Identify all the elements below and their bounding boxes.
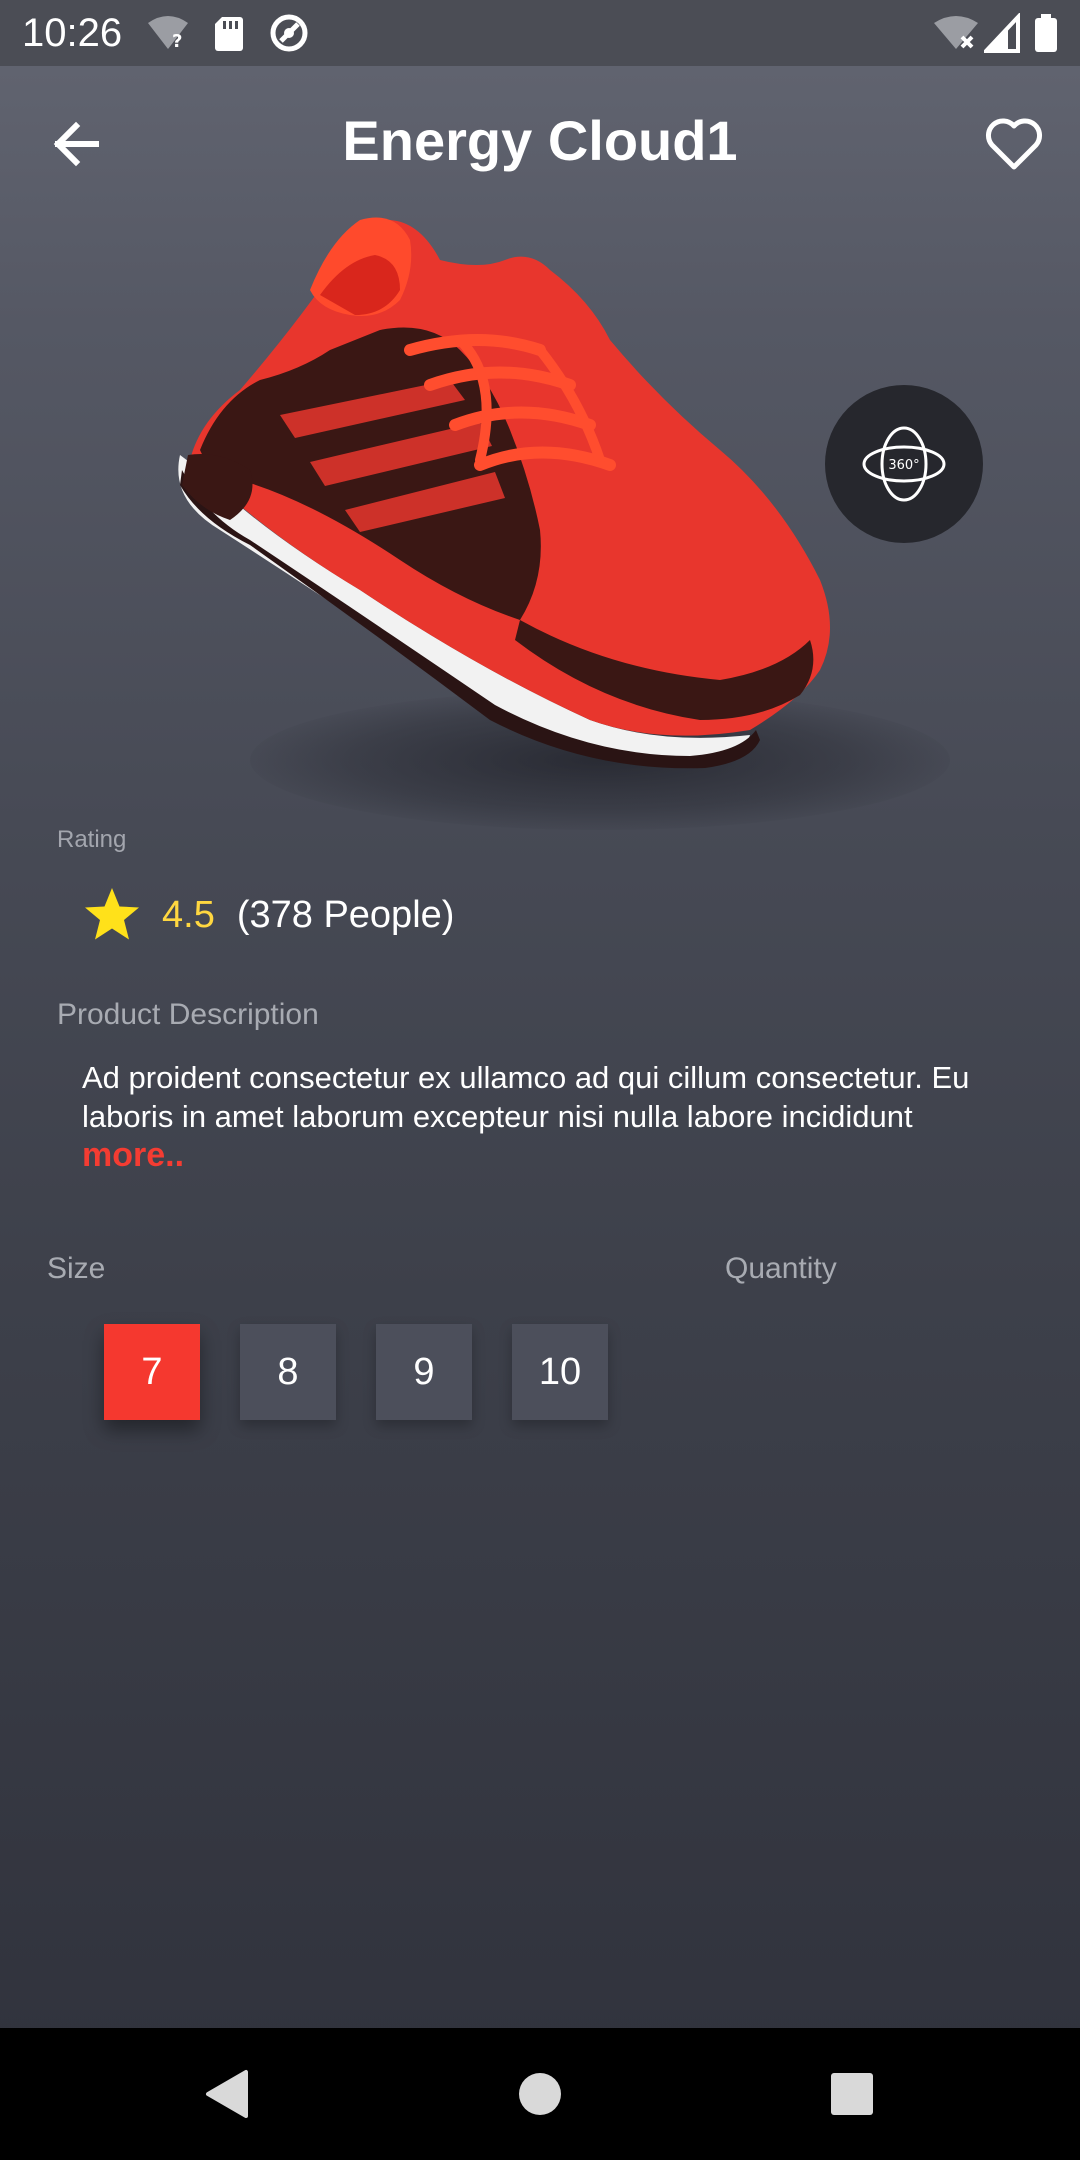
heart-outline-icon [986, 118, 1042, 170]
cell-signal-icon [981, 11, 1028, 53]
navigation-bar [0, 2028, 1080, 2160]
nav-home-button[interactable] [510, 2064, 570, 2124]
size-label: Size [47, 1252, 106, 1285]
rating-label: Rating [57, 826, 127, 853]
size-options: 7 8 9 10 [104, 1324, 648, 1420]
size-option-9[interactable]: 9 [376, 1324, 472, 1420]
rating-count: (378 People) [236, 893, 455, 936]
rating-row: 4.5 (378 People) [82, 882, 454, 948]
svg-text:?: ? [172, 31, 182, 52]
view-360-button[interactable]: 360° [825, 385, 983, 543]
status-bar: 10:26 ? [0, 0, 1080, 66]
nav-back-button[interactable] [196, 2064, 256, 2124]
more-link[interactable]: more.. [82, 1136, 184, 1175]
wifi-unknown-icon: ? [146, 13, 190, 53]
favorite-button[interactable] [976, 106, 1052, 182]
size-option-8[interactable]: 8 [240, 1324, 336, 1420]
page-title: Energy Cloud1 [342, 109, 738, 172]
wifi-off-icon [932, 13, 978, 53]
recents-square-icon [831, 2073, 873, 2115]
back-triangle-icon [206, 2070, 248, 2118]
product-detail-screen: 10:26 ? Energy Cloud1 360° Rating 4.5 (3… [0, 0, 1080, 2160]
rating-value: 4.5 [162, 893, 215, 936]
size-option-7[interactable]: 7 [104, 1324, 200, 1420]
quantity-label: Quantity [725, 1252, 837, 1285]
description-text: Ad proident consectetur ex ullamco ad qu… [82, 1060, 970, 1134]
product-image [178, 217, 830, 769]
home-circle-icon [519, 2073, 561, 2115]
description-label: Product Description [57, 998, 319, 1031]
nav-recents-button[interactable] [822, 2064, 882, 2124]
at-sign-icon [268, 13, 312, 53]
battery-icon [1032, 13, 1062, 53]
status-time: 10:26 [22, 11, 123, 55]
star-icon [85, 888, 139, 940]
size-option-10[interactable]: 10 [512, 1324, 608, 1420]
back-button[interactable] [40, 108, 112, 180]
360-view-icon: 360° [862, 426, 946, 502]
360-badge-text: 360° [888, 458, 919, 473]
arrow-left-icon [53, 121, 99, 167]
sd-card-icon [212, 13, 256, 53]
